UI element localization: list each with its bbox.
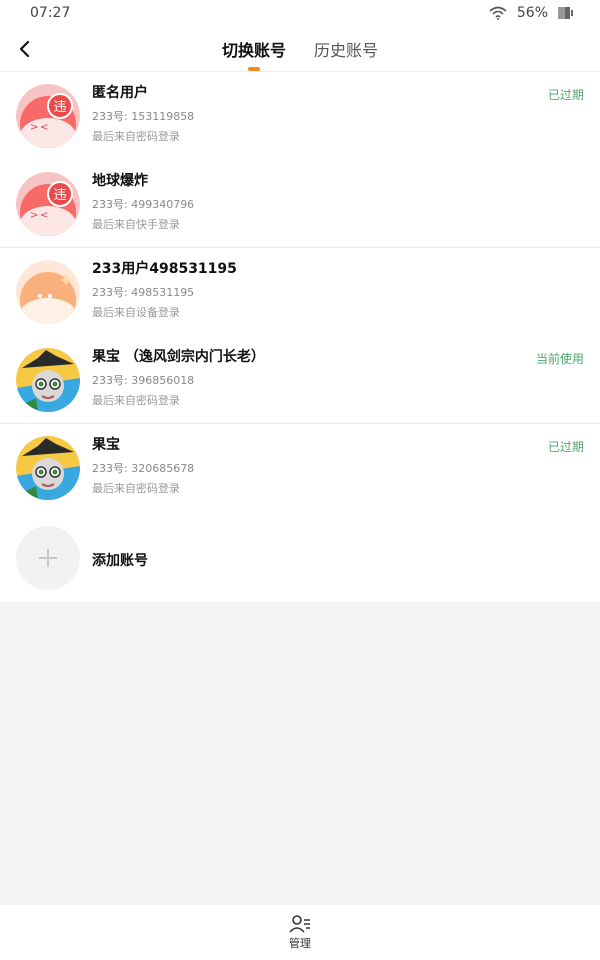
header: 切换账号 历史账号 — [0, 26, 600, 72]
avatar-violation-icon: > < 违 — [16, 84, 80, 148]
tab-history-account-label: 历史账号 — [314, 41, 379, 60]
avatar-violation-icon: > < 违 — [16, 172, 80, 236]
tab-switch-account[interactable]: 切换账号 — [220, 37, 288, 71]
account-info: 匿名用户 233号: 153119858 最后来自密码登录 — [92, 84, 194, 144]
account-name: 地球爆炸 — [92, 173, 148, 189]
account-list: > < 违 匿名用户 233号: 153119858 最后来自密码登录 已过期 … — [0, 72, 600, 602]
account-row[interactable]: 果宝 （逸风剑宗内门长老） 233号: 396856018 最后来自密码登录 当… — [0, 336, 600, 424]
avatar-game-character-icon — [16, 348, 80, 412]
plus-icon — [39, 549, 57, 567]
account-name: 果宝 （逸风剑宗内门长老） — [92, 349, 265, 365]
svg-text:>: > — [30, 210, 38, 221]
account-info: 果宝 （逸风剑宗内门长老） 233号: 396856018 最后来自密码登录 — [92, 348, 265, 408]
status-right: 56% — [489, 5, 573, 21]
account-last-login: 最后来自快手登录 — [92, 218, 180, 231]
account-name: 匿名用户 — [92, 85, 148, 101]
svg-text:违: 违 — [53, 188, 66, 203]
add-account-label: 添加账号 — [92, 553, 148, 569]
avatar — [16, 260, 80, 324]
account-status: 已过期 — [547, 440, 584, 454]
avatar: > < 违 — [16, 172, 80, 236]
account-status-current: 当前使用 — [535, 352, 584, 366]
svg-text:违: 违 — [53, 100, 66, 115]
avatar-default-icon — [16, 260, 80, 324]
account-id: 233号: 320685678 — [92, 462, 195, 475]
svg-text:<: < — [40, 122, 48, 133]
avatar: > < 违 — [16, 84, 80, 148]
account-id: 233号: 499340796 — [92, 198, 195, 211]
user-manage-icon — [289, 915, 310, 933]
avatar — [16, 348, 80, 412]
account-last-login: 最后来自设备登录 — [92, 306, 180, 319]
account-info: 果宝 233号: 320685678 最后来自密码登录 — [92, 436, 194, 496]
account-last-login: 最后来自密码登录 — [92, 394, 180, 407]
bottom-bar: 管理 — [0, 904, 600, 960]
account-name: 233用户498531195 — [92, 261, 237, 277]
account-row[interactable]: 果宝 233号: 320685678 最后来自密码登录 已过期 — [0, 424, 600, 512]
svg-text:>: > — [30, 122, 38, 133]
account-row[interactable]: > < 违 地球爆炸 233号: 499340796 最后来自快手登录 — [0, 160, 600, 248]
wifi-icon — [489, 6, 507, 20]
avatar — [16, 436, 80, 500]
account-id: 233号: 498531195 — [92, 286, 195, 299]
account-id: 233号: 153119858 — [92, 110, 195, 123]
battery-percent: 56% — [516, 5, 548, 21]
tab-bar: 切换账号 历史账号 — [0, 26, 600, 72]
manage-label: 管理 — [289, 937, 311, 950]
status-time: 07:27 — [30, 5, 71, 21]
svg-text:<: < — [40, 210, 48, 221]
manage-button[interactable]: 管理 — [289, 905, 311, 960]
account-status: 已过期 — [547, 88, 584, 102]
account-row[interactable]: > < 违 匿名用户 233号: 153119858 最后来自密码登录 已过期 — [0, 72, 600, 160]
account-info: 地球爆炸 233号: 499340796 最后来自快手登录 — [92, 172, 194, 232]
account-row[interactable]: 233用户498531195 233号: 498531195 最后来自设备登录 — [0, 248, 600, 336]
account-info: 233用户498531195 233号: 498531195 最后来自设备登录 — [92, 260, 237, 320]
status-bar: 07:27 56% — [0, 0, 600, 26]
account-last-login: 最后来自密码登录 — [92, 130, 180, 143]
tab-history-account[interactable]: 历史账号 — [312, 37, 380, 61]
battery-icon — [558, 7, 573, 19]
account-id: 233号: 396856018 — [92, 374, 195, 387]
avatar-game-character-icon — [16, 436, 80, 500]
add-account-button[interactable]: 添加账号 — [0, 512, 600, 602]
add-account-circle — [16, 526, 80, 590]
account-name: 果宝 — [92, 437, 120, 453]
tab-indicator — [247, 67, 260, 71]
account-last-login: 最后来自密码登录 — [92, 482, 180, 495]
tab-switch-account-label: 切换账号 — [221, 41, 286, 60]
